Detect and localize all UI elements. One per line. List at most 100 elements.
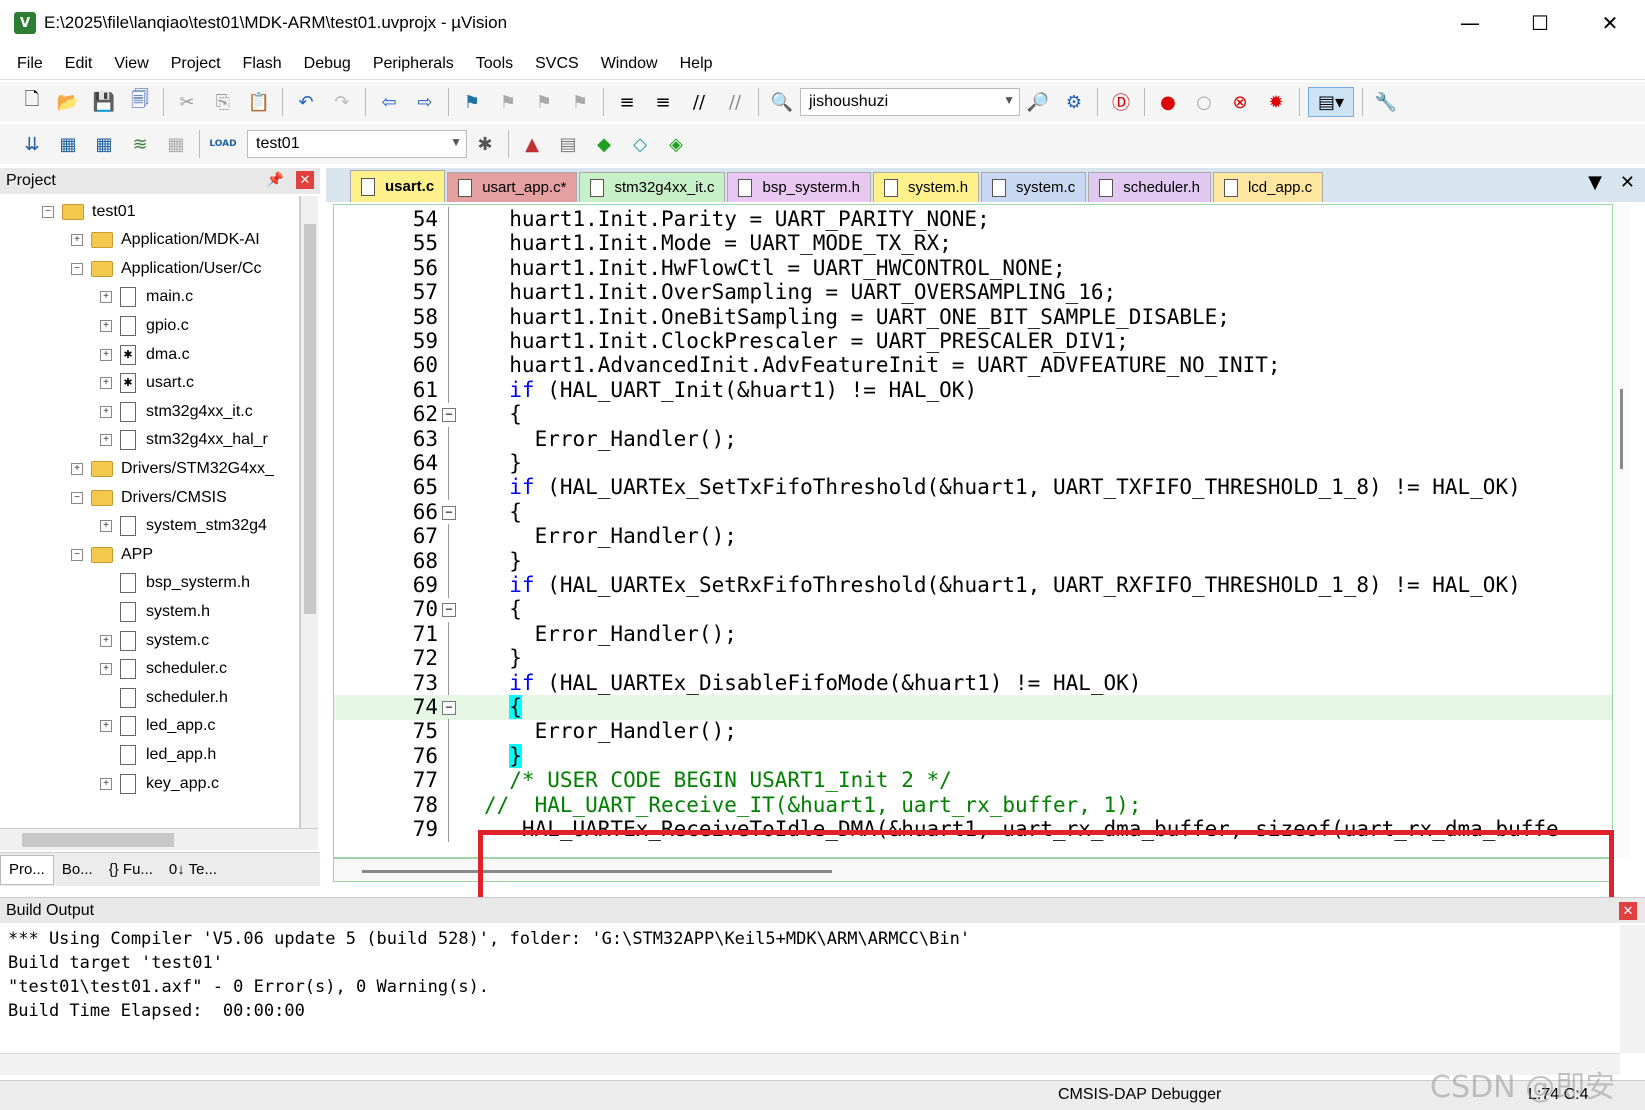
tree-file[interactable]: scheduler.h — [100, 683, 228, 712]
menu-file[interactable]: File — [6, 55, 54, 73]
tree-folder[interactable]: − Application/User/Cc — [71, 254, 262, 283]
batch-build-icon[interactable]: ≋ — [125, 129, 155, 159]
find-icon[interactable]: 🔎 — [1023, 87, 1053, 117]
find-combo[interactable]: jishoushuzi ▼ — [800, 88, 1020, 116]
project-tree-vscroll[interactable] — [300, 196, 318, 828]
incremental-find-icon[interactable]: ⚙ — [1059, 87, 1089, 117]
build-output-vscroll[interactable] — [1620, 925, 1645, 1053]
manage-project-items-icon[interactable]: ▤ — [553, 129, 583, 159]
menu-svcs[interactable]: SVCS — [524, 55, 590, 73]
expand-icon[interactable]: + — [100, 291, 112, 304]
code-line[interactable]: 60 huart1.AdvancedInit.AdvFeatureInit = … — [334, 353, 1612, 379]
code-line[interactable]: 72 } — [334, 646, 1612, 672]
build-icon[interactable]: ▦ — [53, 129, 83, 159]
code-line[interactable]: 54 huart1.Init.Parity = UART_PARITY_NONE… — [334, 207, 1612, 232]
cut-icon[interactable]: ✂ — [172, 87, 202, 117]
expand-icon[interactable]: + — [100, 634, 112, 647]
expand-icon[interactable]: + — [100, 405, 112, 418]
expand-icon[interactable]: + — [100, 777, 112, 790]
tree-file[interactable]: + stm32g4xx_hal_r — [100, 426, 268, 455]
stop-build-icon[interactable]: ▦ — [161, 129, 191, 159]
tree-folder[interactable]: + Drivers/STM32G4xx_ — [71, 454, 274, 483]
kill-all-breakpoints-icon[interactable]: ✹ — [1261, 87, 1291, 117]
scrollbar-thumb[interactable] — [1620, 389, 1623, 469]
editor-vscroll[interactable] — [1614, 204, 1630, 858]
expand-icon[interactable]: + — [71, 234, 83, 247]
tree-folder[interactable]: + Application/MDK-AI — [71, 226, 260, 255]
close-editor-icon[interactable]: ✕ — [1620, 172, 1635, 193]
start-debug-icon[interactable]: Ⓓ — [1106, 87, 1136, 117]
disable-breakpoint-icon[interactable]: ○ — [1189, 87, 1219, 117]
tab-books[interactable]: Bo... — [54, 855, 101, 885]
tree-file[interactable]: system.h — [100, 597, 210, 626]
rebuild-icon[interactable]: ▦ — [89, 129, 119, 159]
pack-installer-icon[interactable]: ◇ — [625, 129, 655, 159]
next-bookmark-icon[interactable]: ⚑ — [529, 87, 559, 117]
translate-icon[interactable]: ⇊ — [17, 129, 47, 159]
disable-all-breakpoints-icon[interactable]: ⊗ — [1225, 87, 1255, 117]
tree-file[interactable]: + scheduler.c — [100, 655, 227, 684]
tab-templates[interactable]: 0↓ Te... — [161, 855, 225, 885]
maximize-button[interactable]: ☐ — [1505, 0, 1575, 46]
tree-file[interactable]: + ✱ dma.c — [100, 340, 190, 369]
code-line[interactable]: 74− { — [334, 695, 1612, 720]
editor-tab[interactable]: usart_app.c* — [447, 172, 578, 202]
code-line[interactable]: 69 if (HAL_UARTEx_SetRxFifoThreshold(&hu… — [334, 573, 1612, 598]
tree-file[interactable]: + main.c — [100, 283, 193, 312]
uncomment-icon[interactable]: // — [720, 87, 750, 117]
manage-components-icon[interactable]: ▲ — [517, 129, 547, 159]
expand-icon[interactable]: + — [100, 377, 112, 390]
redo-icon[interactable]: ↷ — [327, 87, 357, 117]
tab-list-dropdown-icon[interactable]: ▼ — [1588, 172, 1602, 193]
project-tree-hscroll[interactable] — [0, 828, 318, 850]
editor-tab[interactable]: stm32g4xx_it.c — [579, 172, 726, 202]
code-line[interactable]: 62− { — [334, 402, 1612, 427]
run-time-environment-icon[interactable]: ◈ — [661, 129, 691, 159]
collapse-icon[interactable]: − — [71, 548, 83, 561]
expand-icon[interactable]: + — [100, 663, 112, 676]
code-line[interactable]: 63 Error_Handler(); — [334, 426, 1612, 452]
select-packs-icon[interactable]: ◆ — [589, 129, 619, 159]
close-icon[interactable]: ✕ — [1619, 902, 1637, 920]
expand-icon[interactable]: + — [100, 348, 112, 361]
code-line[interactable]: 67 Error_Handler(); — [334, 524, 1612, 550]
editor-tab[interactable]: scheduler.h — [1088, 172, 1211, 202]
indent-icon[interactable]: ≡ — [612, 87, 642, 117]
code-line[interactable]: 71 Error_Handler(); — [334, 621, 1612, 647]
menu-window[interactable]: Window — [590, 55, 669, 73]
close-window-button[interactable]: ✕ — [1575, 0, 1645, 46]
clear-bookmarks-icon[interactable]: ⚑ — [565, 87, 595, 117]
editor-tab[interactable]: lcd_app.c — [1212, 172, 1324, 202]
tree-file[interactable]: + gpio.c — [100, 311, 189, 340]
download-load-icon[interactable]: LOAD — [208, 129, 238, 159]
build-output-log[interactable]: *** Using Compiler 'V5.06 update 5 (buil… — [0, 925, 1620, 1053]
fold-collapse-icon[interactable]: − — [442, 505, 456, 520]
unindent-icon[interactable]: ≡ — [648, 87, 678, 117]
fold-collapse-icon[interactable]: − — [442, 408, 456, 423]
expand-icon[interactable]: + — [100, 520, 112, 533]
fold-collapse-icon[interactable]: − — [442, 603, 456, 618]
menu-help[interactable]: Help — [669, 55, 724, 73]
menu-flash[interactable]: Flash — [232, 55, 293, 73]
tree-file[interactable]: + stm32g4xx_it.c — [100, 397, 253, 426]
editor-tab[interactable]: system.c — [981, 172, 1087, 202]
expand-icon[interactable]: + — [71, 462, 83, 475]
scrollbar-thumb[interactable] — [22, 833, 174, 847]
tree-file[interactable]: + led_app.c — [100, 712, 215, 741]
editor-tab[interactable]: usart.c — [350, 170, 446, 202]
menu-tools[interactable]: Tools — [465, 55, 524, 73]
code-line[interactable]: 66− { — [334, 500, 1612, 525]
target-combo[interactable]: test01 ▼ — [247, 130, 467, 158]
tree-file[interactable]: + system_stm32g4 — [100, 512, 267, 541]
navigate-forward-icon[interactable]: ⇨ — [410, 87, 440, 117]
expand-icon[interactable]: + — [100, 319, 112, 332]
tree-file[interactable]: led_app.h — [100, 740, 216, 769]
tab-functions[interactable]: {} Fu... — [101, 855, 161, 885]
close-icon[interactable]: ✕ — [296, 171, 314, 189]
menu-edit[interactable]: Edit — [54, 55, 104, 73]
code-line[interactable]: 77 /* USER CODE BEGIN USART1_Init 2 */ — [334, 768, 1612, 794]
minimize-button[interactable]: — — [1435, 0, 1505, 46]
comment-icon[interactable]: // — [684, 87, 714, 117]
code-line[interactable]: 55 huart1.Init.Mode = UART_MODE_TX_RX; — [334, 231, 1612, 257]
new-file-icon[interactable]: 🗋 — [17, 87, 47, 117]
